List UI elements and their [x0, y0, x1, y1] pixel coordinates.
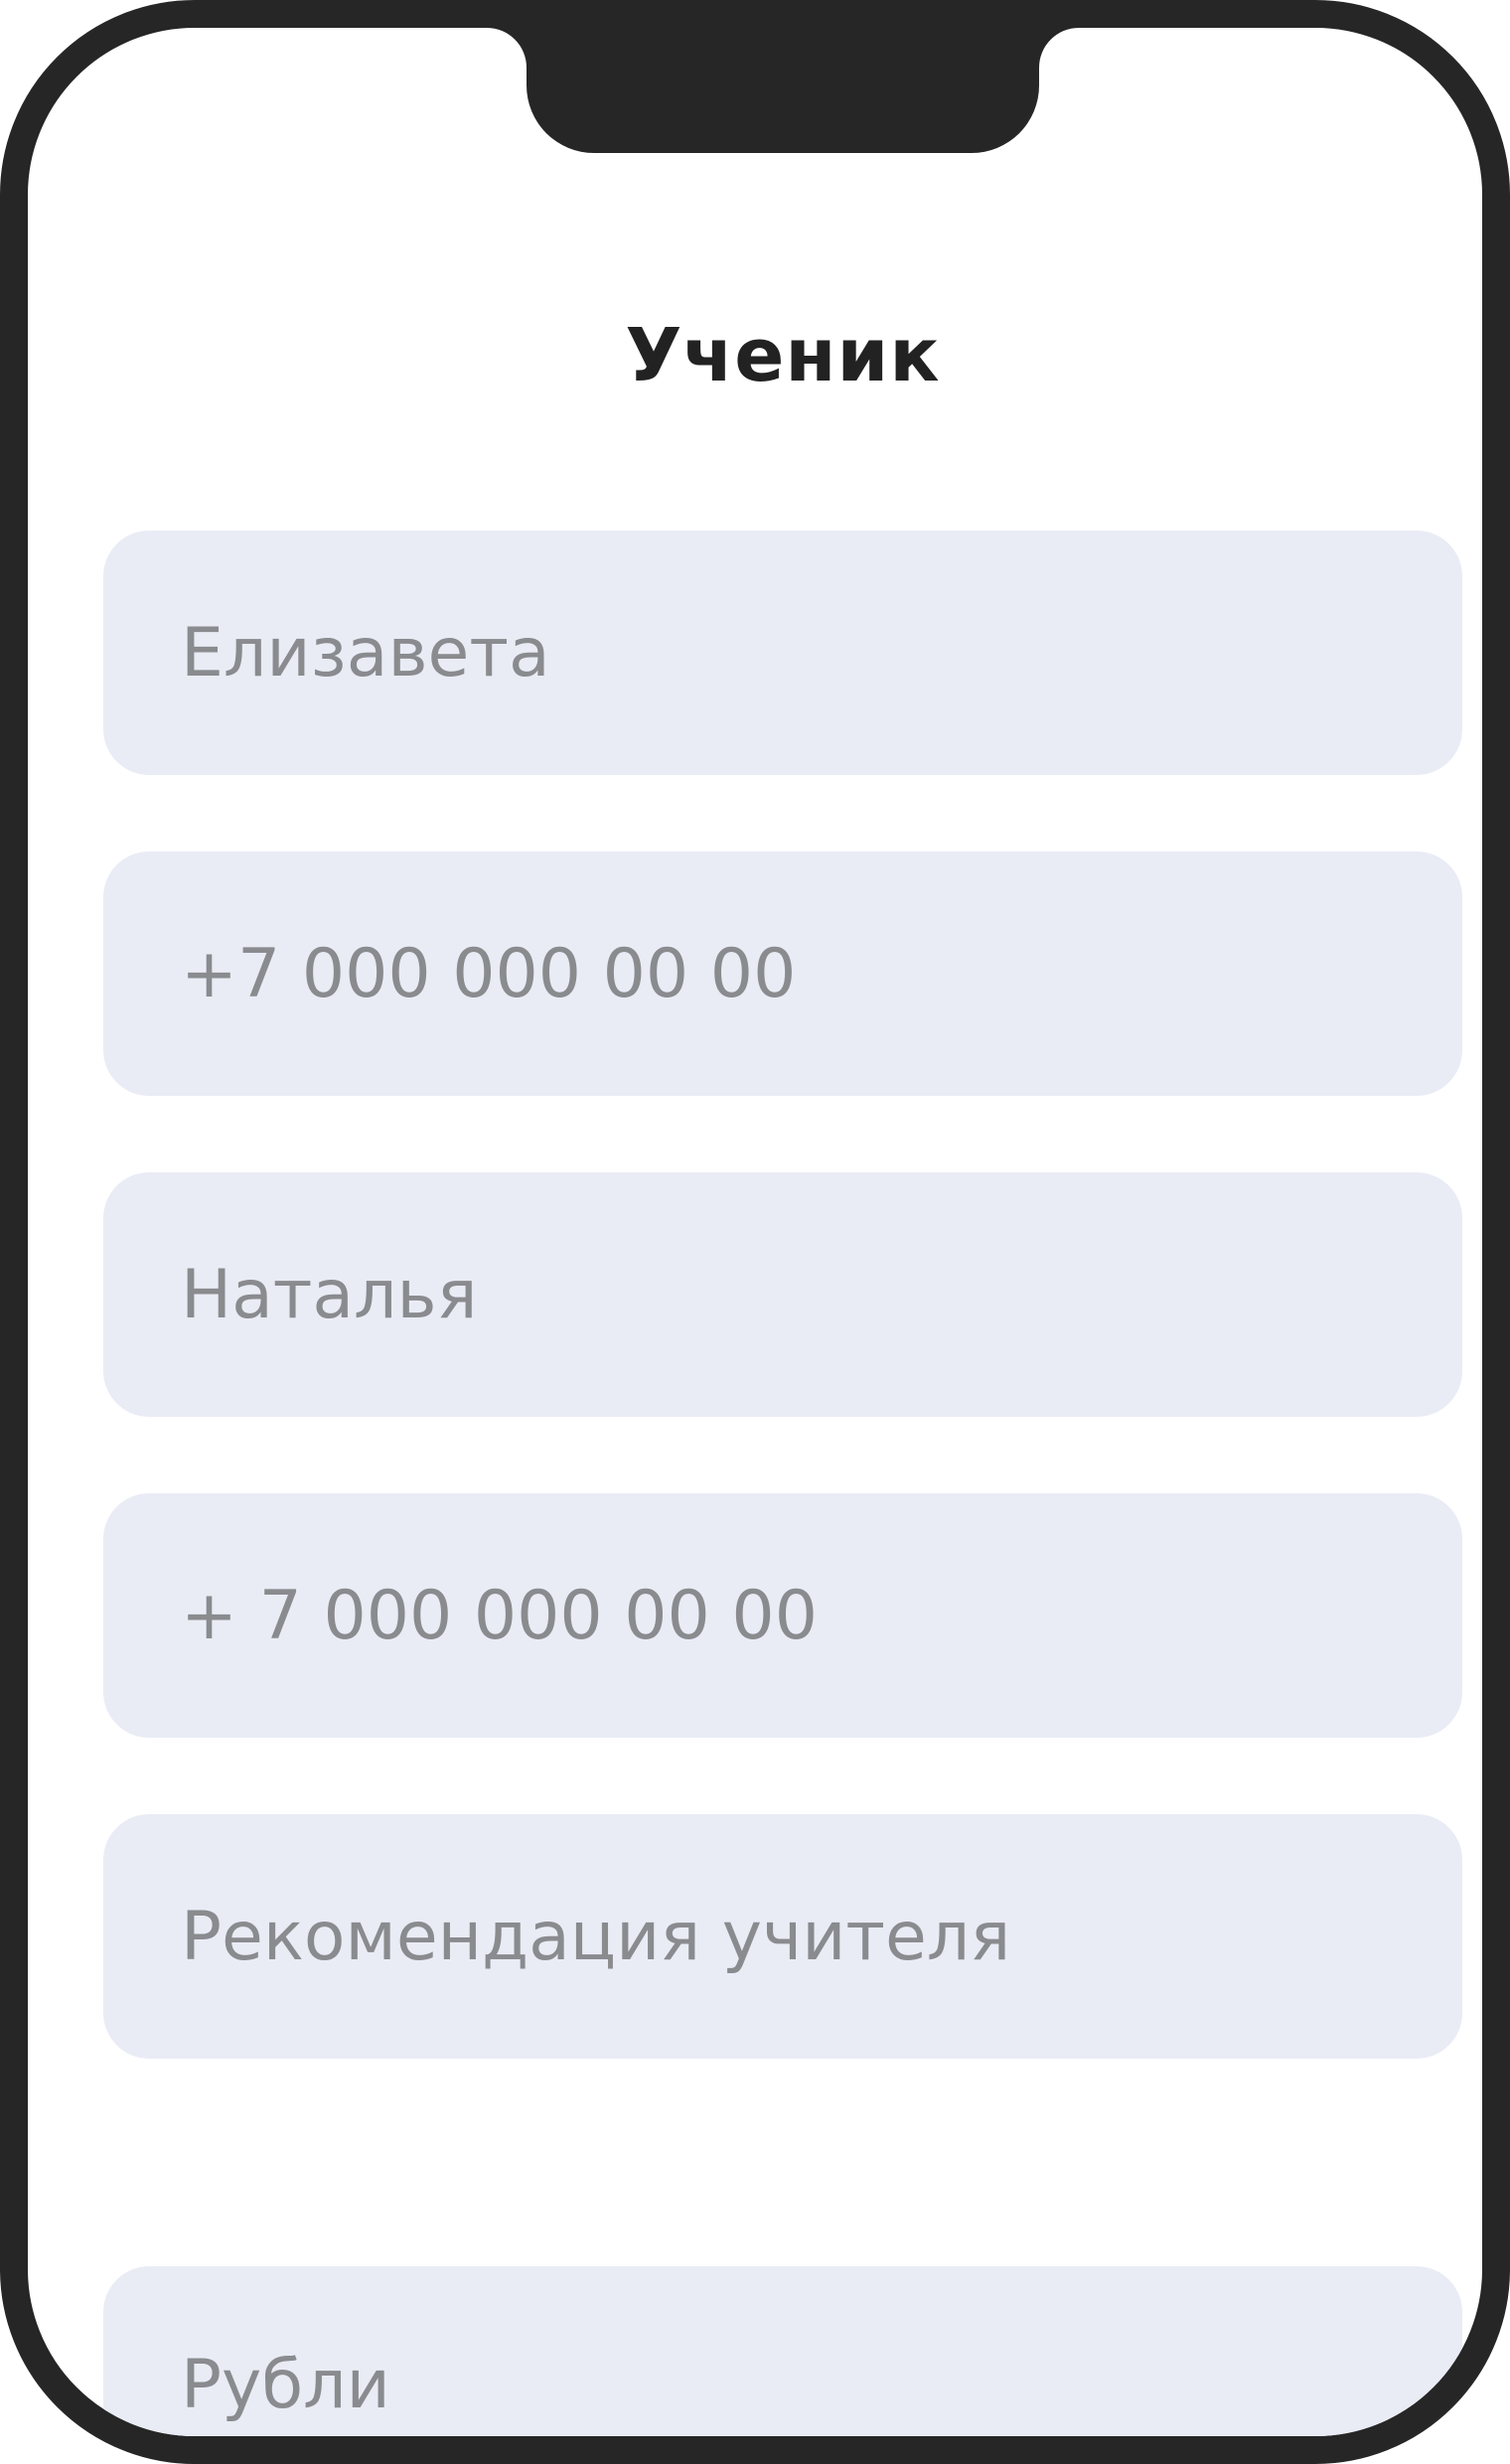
page-title: Ученик — [625, 313, 941, 398]
student-phone-field[interactable]: +7 000 000 00 00 — [103, 851, 1462, 1096]
source-field[interactable]: Рекомендация учителя — [103, 1814, 1462, 2059]
currency-value: Рубли — [181, 2346, 390, 2424]
notch-corner-right — [1039, 28, 1079, 68]
parent-phone-field[interactable]: + 7 000 000 00 00 — [103, 1493, 1462, 1738]
source-value: Рекомендация учителя — [181, 1897, 1011, 1976]
phone-notch — [487, 28, 1079, 153]
currency-field[interactable]: Рубли — [103, 2266, 1462, 2436]
student-name-value: Елизавета — [181, 613, 550, 693]
parent-phone-value: + 7 000 000 00 00 — [181, 1576, 818, 1655]
student-name-field[interactable]: Елизавета — [103, 531, 1462, 775]
student-phone-value: +7 000 000 00 00 — [181, 934, 797, 1013]
notch-corner-left — [487, 28, 527, 68]
parent-name-value: Наталья — [181, 1255, 478, 1334]
parent-name-field[interactable]: Наталья — [103, 1172, 1462, 1417]
phone-frame: Ученик Елизавета +7 000 000 00 00 Наталь… — [0, 0, 1510, 2464]
